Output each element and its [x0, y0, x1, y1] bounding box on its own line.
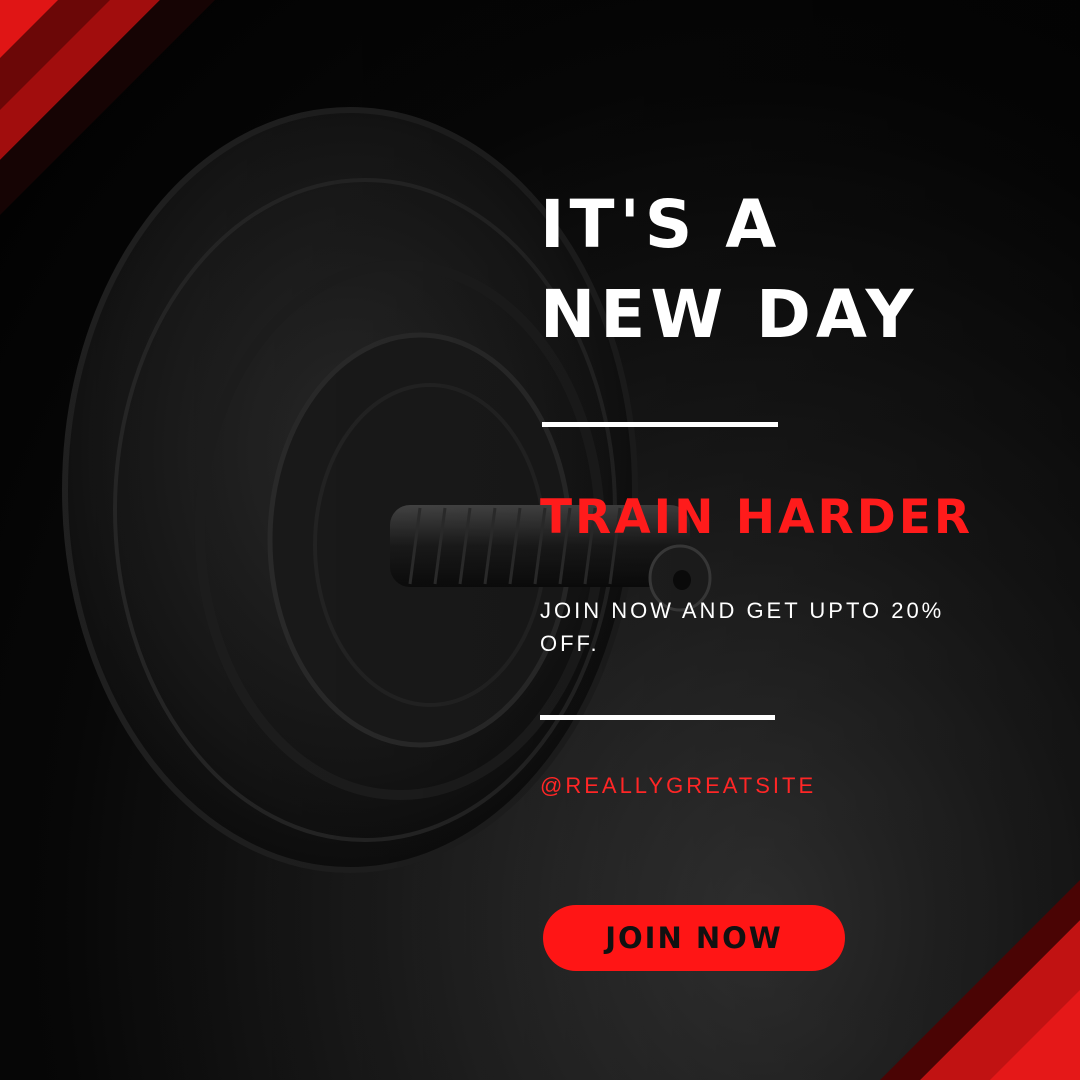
offer-text: JOIN NOW AND GET UPTO 20% OFF. — [540, 598, 945, 656]
headline: IT'S A NEW DAY — [540, 180, 1060, 360]
headline-line-2: NEW DAY — [540, 276, 919, 353]
headline-line-1: IT'S A — [540, 186, 782, 263]
top-left-red-stripes — [0, 0, 215, 215]
join-now-button[interactable]: JOIN NOW — [543, 905, 845, 971]
bottom-right-red-stripes — [880, 880, 1080, 1080]
social-handle[interactable]: @REALLYGREATSITE — [540, 773, 816, 799]
divider-top — [542, 422, 778, 427]
divider-bottom — [540, 715, 775, 720]
subheading: TRAIN HARDER — [540, 490, 974, 545]
promo-poster: IT'S A NEW DAY TRAIN HARDER JOIN NOW AND… — [0, 0, 1080, 1080]
